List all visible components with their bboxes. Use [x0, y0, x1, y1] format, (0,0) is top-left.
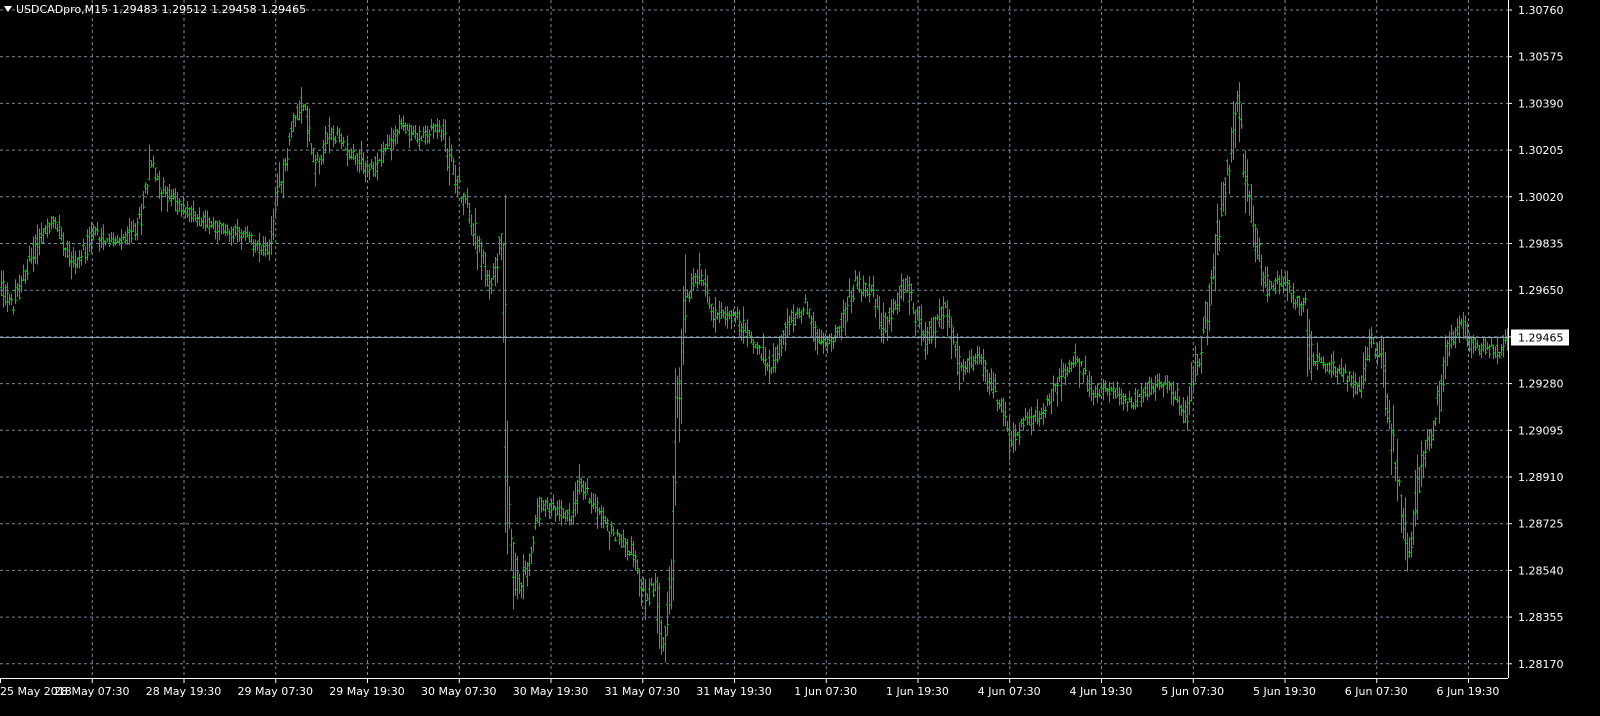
- y-tick-label: 1.29650: [1518, 284, 1564, 297]
- y-tick-label: 1.30205: [1518, 144, 1564, 157]
- ohlc-close: 1.29465: [260, 3, 307, 16]
- x-tick-label: 31 May 19:30: [696, 685, 771, 698]
- y-tick-label: 1.30575: [1518, 51, 1564, 64]
- x-tick-label: 29 May 07:30: [238, 685, 313, 698]
- x-tick-label: 6 Jun 19:30: [1437, 685, 1500, 698]
- x-tick-label: 1 Jun 19:30: [886, 685, 949, 698]
- y-tick-label: 1.29280: [1518, 378, 1564, 391]
- x-tick-label: 1 Jun 07:30: [794, 685, 857, 698]
- ohlc-low: 1.29458: [211, 3, 257, 16]
- x-tick-label: 28 May 19:30: [146, 685, 221, 698]
- x-tick-label: 4 Jun 07:30: [978, 685, 1041, 698]
- x-tick-label: 6 Jun 07:30: [1345, 685, 1408, 698]
- x-tick-label: 29 May 19:30: [329, 685, 404, 698]
- x-tick-label: 30 May 07:30: [421, 685, 496, 698]
- x-tick-label: 4 Jun 19:30: [1070, 685, 1133, 698]
- ohlc-open: 1.29483: [112, 3, 158, 16]
- y-tick-label: 1.28725: [1518, 518, 1564, 531]
- x-tick-label: 5 Jun 19:30: [1253, 685, 1316, 698]
- ohlc-high: 1.29512: [161, 3, 208, 16]
- y-tick-label: 1.29095: [1518, 424, 1564, 437]
- x-tick-label: 5 Jun 07:30: [1161, 685, 1224, 698]
- x-tick-label: 28 May 07:30: [54, 685, 129, 698]
- y-tick-label: 1.28540: [1518, 564, 1564, 577]
- price-chart[interactable]: 1.30760 1.30575 1.30390 1.30205 1.30020 1.298…: [0, 0, 1600, 716]
- bid-price-label: 1.29465: [1518, 332, 1564, 345]
- y-tick-label: 1.28355: [1518, 611, 1564, 624]
- y-tick-label: 1.30390: [1518, 97, 1564, 110]
- symbol-name: USDCADpro,M15: [16, 3, 109, 16]
- y-tick-label: 1.28910: [1518, 471, 1564, 484]
- y-tick-label: 1.28170: [1518, 658, 1564, 671]
- dropdown-triangle-icon[interactable]: [4, 6, 12, 12]
- y-tick-label: 1.30020: [1518, 191, 1564, 204]
- x-tick-label: 30 May 19:30: [513, 685, 588, 698]
- y-tick-label: 1.29835: [1518, 238, 1564, 251]
- chart-window[interactable]: 1.30760 1.30575 1.30390 1.30205 1.30020 1.298…: [0, 0, 1600, 716]
- y-tick-label: 1.30760: [1518, 4, 1564, 17]
- x-tick-label: 31 May 07:30: [605, 685, 680, 698]
- symbol-header[interactable]: USDCADpro,M15 1.29483 1.29512 1.29458 1.2946…: [4, 3, 310, 16]
